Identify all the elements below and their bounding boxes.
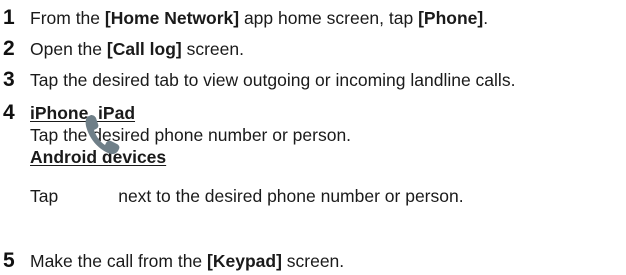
screen-name: [Call log] bbox=[106, 39, 182, 59]
step-text-with-icon: Tap next to the desired phone number or p… bbox=[30, 185, 464, 207]
phone-handset-icon bbox=[85, 115, 120, 155]
tap-label: Tap bbox=[30, 186, 59, 206]
text-segment: Make the call from the bbox=[30, 251, 208, 271]
screen-name: [Keypad] bbox=[207, 251, 282, 271]
step-number: 3 bbox=[3, 68, 15, 91]
text-segment: screen. bbox=[181, 39, 244, 59]
step-number: 5 bbox=[3, 249, 15, 272]
text-segment: next to the desired phone number or pers… bbox=[118, 186, 464, 206]
app-name: [Home Network] bbox=[104, 8, 240, 28]
step-text: Tap the desired tab to view outgoing or … bbox=[30, 70, 516, 90]
step-text: Open the [Call log] screen. bbox=[30, 38, 244, 60]
step-number: 4 bbox=[3, 101, 15, 124]
text-segment: app home screen, tap bbox=[239, 8, 419, 28]
step-number: 1 bbox=[3, 6, 15, 29]
text-segment: From the bbox=[30, 8, 105, 28]
menu-item-name: [Phone] bbox=[418, 8, 484, 28]
step-text: Tap the desired phone number or person. bbox=[30, 125, 352, 145]
text-segment: . bbox=[483, 8, 489, 28]
step-number: 2 bbox=[3, 37, 15, 60]
step-text: From the [Home Network] app home screen,… bbox=[30, 7, 488, 29]
text-segment: Open the bbox=[30, 39, 107, 59]
step-text: Make the call from the [Keypad] screen. bbox=[30, 250, 344, 272]
text-segment: screen. bbox=[281, 251, 345, 271]
